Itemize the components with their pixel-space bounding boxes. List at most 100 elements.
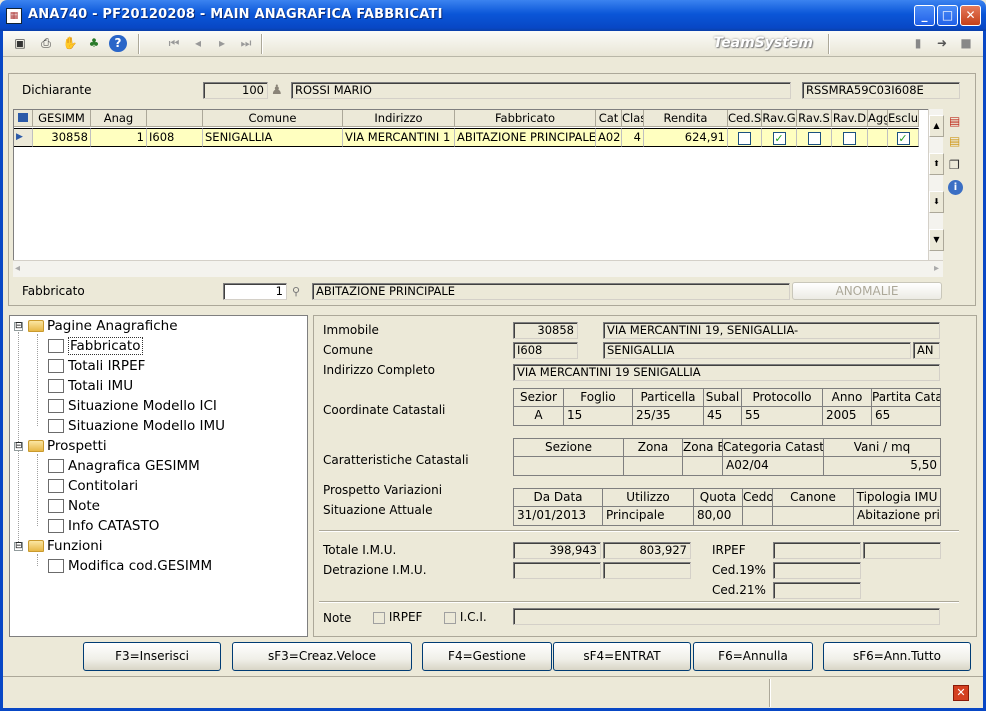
irpef-field-1[interactable] (773, 542, 861, 559)
help-icon[interactable]: ? (109, 35, 127, 52)
prev-icon[interactable]: ◂ (189, 35, 207, 52)
totale-imu-field-1[interactable]: 398,943 (513, 542, 601, 559)
caratt-zona[interactable] (624, 457, 683, 476)
caratt-categoria[interactable]: A02/04 (723, 457, 824, 476)
cell-fabbricato[interactable]: ABITAZIONE PRINCIPALE (455, 128, 596, 147)
fabbricato-number-field[interactable]: 1 (223, 283, 287, 300)
gestione-button[interactable]: F4=Gestione (422, 642, 552, 671)
tree-item-situazione-ici[interactable]: Situazione Modello ICI (48, 397, 217, 415)
cell-code[interactable]: I608 (147, 128, 203, 147)
sit-da-data[interactable]: 31/01/2013 (513, 507, 603, 526)
detrazione-field-1[interactable] (513, 562, 601, 579)
cell-clas[interactable]: 4 (622, 128, 644, 147)
scroll-pagedown-icon[interactable]: ⬇ (929, 191, 944, 213)
tree-item-contitolari[interactable]: Contitolari (48, 477, 138, 495)
tree-item-fabbricato[interactable]: Fabbricato (48, 337, 143, 355)
forward-icon[interactable]: ➜ (933, 35, 951, 52)
col-clas[interactable]: Clas (622, 110, 644, 127)
comune-code-field[interactable]: I608 (513, 342, 578, 359)
scroll-right-icon[interactable]: ▸ (934, 263, 939, 274)
irpef-field-2[interactable] (863, 542, 941, 559)
ced19-field[interactable] (773, 562, 861, 579)
stop-icon[interactable]: ■ (957, 35, 975, 52)
col-agg[interactable]: Agg (868, 110, 888, 127)
anomalie-button[interactable]: ANOMALIE (792, 282, 942, 300)
window-icon[interactable]: ❐ (949, 158, 964, 173)
col-ced-s[interactable]: Ced.S (728, 110, 762, 127)
collapse-icon[interactable]: ⊟ (14, 442, 23, 451)
provincia-field[interactable]: AN (913, 342, 940, 359)
tree-group-funzioni[interactable]: Funzioni (28, 537, 103, 555)
rav-g-checkbox[interactable]: ✓ (772, 131, 786, 145)
col-indirizzo[interactable]: Indirizzo (343, 110, 455, 127)
grid-vertical-scrollbar[interactable]: ▲ ⬆ ⬇ ▼ (928, 109, 944, 260)
minimize-button[interactable]: _ (914, 5, 935, 26)
annulla-button[interactable]: F6=Annulla (693, 642, 813, 671)
fabbricato-description-field[interactable]: ABITAZIONE PRINCIPALE (312, 283, 790, 300)
immobile-address-field[interactable]: VIA MERCANTINI 19, SENIGALLIA- (603, 322, 940, 339)
book-icon[interactable]: ▮ (909, 35, 927, 52)
hand-icon[interactable]: ✋ (61, 35, 79, 52)
esclu-checkbox[interactable]: ✓ (896, 131, 910, 145)
col-rav-g[interactable]: Rav.G (762, 110, 797, 127)
coord-protocollo[interactable]: 55 (742, 407, 823, 426)
col-esclu[interactable]: Esclu (888, 110, 919, 127)
search-icon[interactable]: ⚲ (292, 285, 300, 298)
rav-s-checkbox[interactable] (807, 131, 821, 145)
inserisci-button[interactable]: F3=Inserisci (83, 642, 221, 671)
tree-item-info-catasto[interactable]: Info CATASTO (48, 517, 159, 535)
checkbox-box[interactable] (444, 611, 456, 624)
monitor-icon[interactable]: ▣ (11, 35, 29, 52)
close-button[interactable]: ✕ (960, 5, 981, 26)
cell-comune[interactable]: SENIGALLIA (203, 128, 343, 147)
note-field[interactable] (513, 608, 940, 625)
tree-group-pagine-anagrafiche[interactable]: Pagine Anagrafiche (28, 317, 178, 335)
dichiarante-code-field[interactable]: 100 (203, 82, 268, 99)
comune-name-field[interactable]: SENIGALLIA (603, 342, 911, 359)
tree-icon[interactable]: ♣ (85, 35, 103, 52)
detrazione-field-2[interactable] (603, 562, 691, 579)
coord-foglio[interactable]: 15 (564, 407, 633, 426)
ann-tutto-button[interactable]: sF6=Ann.Tutto (823, 642, 971, 671)
scroll-left-icon[interactable]: ◂ (15, 263, 20, 274)
ced-s-checkbox[interactable] (738, 131, 751, 145)
first-icon[interactable]: ⏮ (165, 35, 183, 52)
cell-rav-d[interactable] (832, 128, 868, 147)
tree-item-totali-imu[interactable]: Totali IMU (48, 377, 133, 395)
caratt-vani[interactable]: 5,50 (824, 457, 941, 476)
col-rendita[interactable]: Rendita (644, 110, 728, 127)
sit-utilizzo[interactable]: Principale (603, 507, 694, 526)
note-ici-checkbox[interactable]: I.C.I. (444, 610, 487, 624)
codice-fiscale-field[interactable]: RSSMRA59C03I608E (802, 82, 960, 99)
caratt-sezione[interactable] (513, 457, 624, 476)
add-row-icon[interactable]: ▤ (949, 134, 964, 149)
cell-anag[interactable]: 1 (91, 128, 147, 147)
coord-sezione[interactable]: A (513, 407, 564, 426)
info-icon[interactable]: i (948, 180, 963, 195)
col-rav-d[interactable]: Rav.D (832, 110, 868, 127)
collapse-icon[interactable]: ⊟ (14, 322, 23, 331)
coord-anno[interactable]: 2005 (823, 407, 872, 426)
checkbox-box[interactable] (373, 611, 385, 624)
col-code[interactable] (147, 110, 203, 127)
cell-esclu[interactable]: ✓ (888, 128, 919, 147)
tree-item-situazione-imu[interactable]: Situazione Modello IMU (48, 417, 225, 435)
tree-item-anagrafica-gesimm[interactable]: Anagrafica GESIMM (48, 457, 200, 475)
caratt-zona-e[interactable] (683, 457, 723, 476)
coord-subalterno[interactable]: 45 (704, 407, 742, 426)
cell-ced-s[interactable] (728, 128, 762, 147)
col-cat[interactable]: Cat (596, 110, 622, 127)
entrat-button[interactable]: sF4=ENTRAT (553, 642, 691, 671)
cell-agg[interactable] (868, 128, 888, 147)
sit-tipologia[interactable]: Abitazione prir (854, 507, 941, 526)
delete-row-icon[interactable]: ▤ (949, 114, 964, 129)
tree-item-modifica-gesimm[interactable]: Modifica cod.GESIMM (48, 557, 212, 575)
cell-rav-s[interactable] (797, 128, 832, 147)
next-icon[interactable]: ▸ (213, 35, 231, 52)
sit-quota[interactable]: 80,00 (694, 507, 743, 526)
grid-horizontal-scrollbar[interactable]: ◂ ▸ (13, 260, 943, 277)
coord-particella[interactable]: 25/35 (633, 407, 704, 426)
scroll-down-icon[interactable]: ▼ (929, 229, 944, 251)
col-comune[interactable]: Comune (203, 110, 343, 127)
sit-cedo[interactable] (743, 507, 773, 526)
